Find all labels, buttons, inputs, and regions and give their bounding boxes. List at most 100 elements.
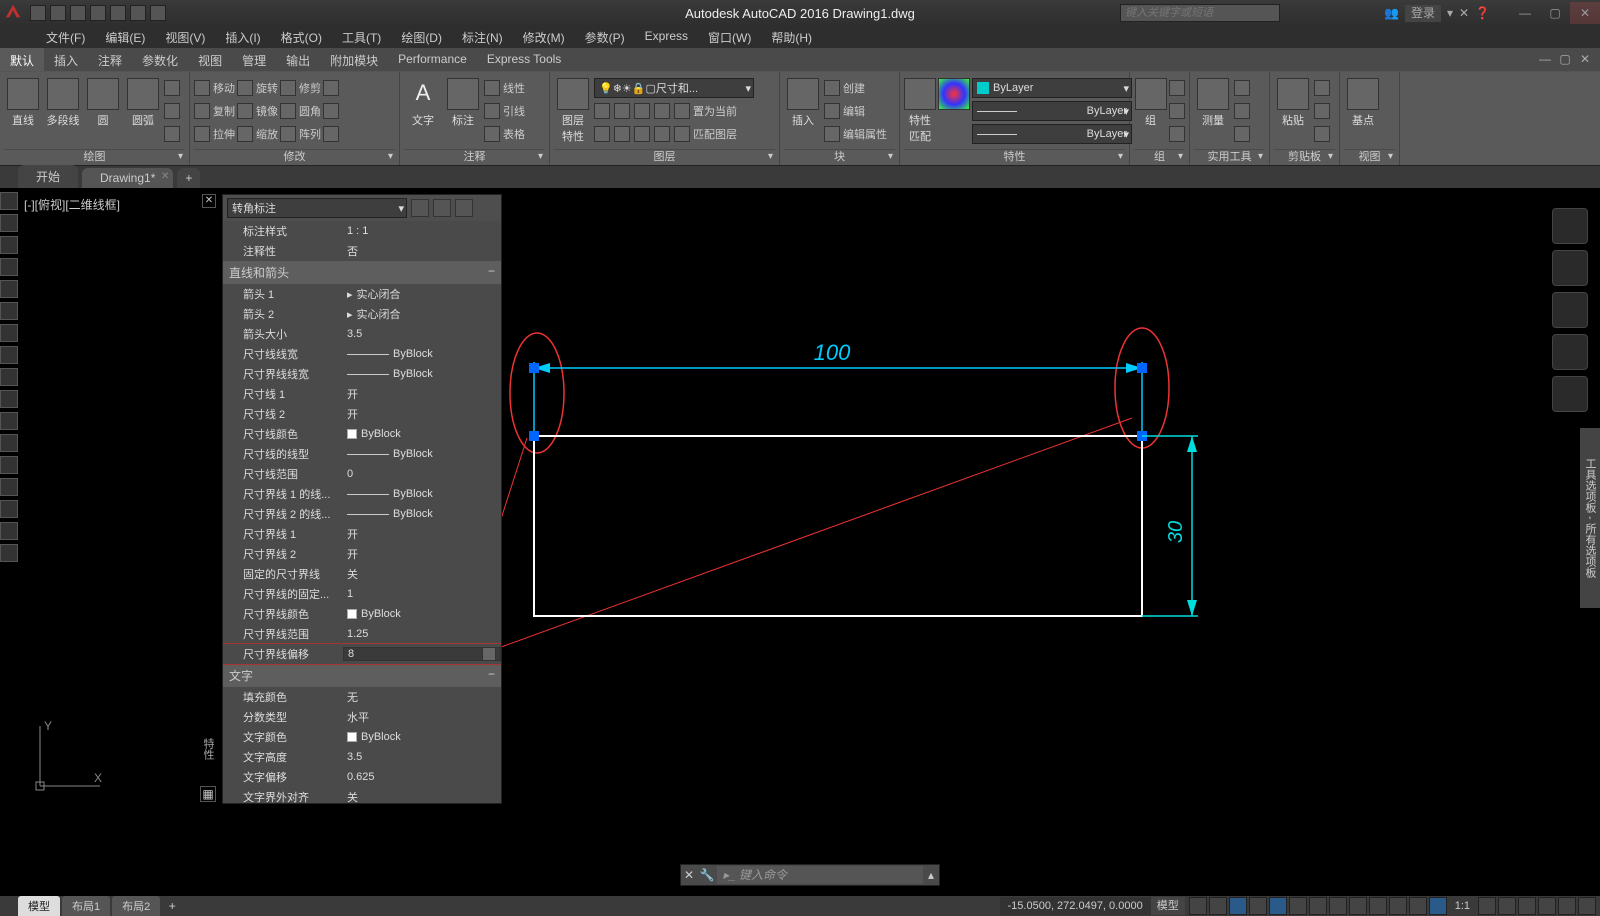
cmdline-history[interactable]: ▴ — [923, 868, 939, 882]
prop-row[interactable]: 尺寸线颜色ByBlock — [223, 424, 501, 444]
lt-ellipse-icon[interactable] — [0, 390, 18, 408]
layer-b2[interactable] — [614, 101, 630, 121]
menu-dimension[interactable]: 标注(N) — [452, 26, 513, 48]
layout-2[interactable]: 布局2 — [112, 896, 160, 916]
login-button[interactable]: 登录 — [1405, 5, 1441, 22]
linear-button[interactable]: 线性 — [484, 78, 525, 98]
prop-row[interactable]: 尺寸界线的固定...1 — [223, 584, 501, 604]
steering-wheel-icon[interactable] — [1552, 250, 1588, 286]
qat-open-icon[interactable] — [50, 5, 66, 21]
match-layer-button[interactable]: 匹配图层 — [674, 124, 737, 144]
cmdline-close[interactable]: ✕ — [681, 868, 697, 882]
array-button[interactable]: 阵列 — [280, 124, 321, 144]
table-button[interactable]: 表格 — [484, 124, 525, 144]
polyline-button[interactable]: 多段线 — [44, 74, 82, 128]
prop-row[interactable]: 尺寸界线偏移8 — [223, 644, 501, 664]
menu-view[interactable]: 视图(V) — [155, 26, 215, 48]
lt-ellipsearc-icon[interactable] — [0, 412, 18, 430]
make-current-button[interactable]: 置为当前 — [674, 101, 737, 121]
add-layout-button[interactable]: + — [164, 899, 180, 913]
dim-button[interactable]: 标注 — [444, 74, 482, 128]
qat-redo-icon[interactable] — [150, 5, 166, 21]
menu-modify[interactable]: 修改(M) — [513, 26, 575, 48]
arc-button[interactable]: 圆弧 — [124, 74, 162, 128]
qat-new-icon[interactable] — [30, 5, 46, 21]
lt-line-icon[interactable] — [0, 192, 18, 210]
draw-extra2[interactable] — [164, 101, 180, 121]
prop-section[interactable]: 文字− — [223, 664, 501, 687]
move-button[interactable]: 移动 — [194, 78, 235, 98]
props-handle-btn[interactable]: ▦ — [200, 786, 216, 802]
tab-annotate[interactable]: 注释 — [88, 48, 132, 71]
lt-block-icon[interactable] — [0, 456, 18, 474]
qat-save-icon[interactable] — [70, 5, 86, 21]
prop-row[interactable]: 箭头大小3.5 — [223, 324, 501, 344]
tab-manage[interactable]: 管理 — [232, 48, 276, 71]
ribbon-min-doc[interactable]: — — [1536, 48, 1554, 71]
edit-block-button[interactable]: 编辑 — [824, 101, 887, 121]
tab-output[interactable]: 输出 — [276, 48, 320, 71]
lt-polygon-icon[interactable] — [0, 258, 18, 276]
menu-parametric[interactable]: 参数(P) — [575, 26, 635, 48]
prop-row[interactable]: 尺寸线 2开 — [223, 404, 501, 424]
lt-region-icon[interactable] — [0, 522, 18, 540]
paste-button[interactable]: 粘贴 — [1274, 74, 1312, 128]
prop-row[interactable]: 尺寸界线 1 的线...ByBlock — [223, 484, 501, 504]
prop-row[interactable]: 尺寸界线范围1.25 — [223, 624, 501, 644]
group-button[interactable]: 组 — [1134, 74, 1167, 128]
new-tab-button[interactable]: + — [177, 168, 200, 188]
layer-b8[interactable] — [654, 124, 670, 144]
edit-attr-button[interactable]: 编辑属性 — [824, 124, 887, 144]
tab-addins[interactable]: 附加模块 — [320, 48, 388, 71]
signin-icon[interactable]: 👥 — [1384, 6, 1399, 20]
prop-row[interactable]: 尺寸线范围0 — [223, 464, 501, 484]
tool-palette-strip[interactable]: 工具选项板 - 所有选项板 — [1580, 428, 1600, 608]
tab-express-tools[interactable]: Express Tools — [477, 48, 571, 71]
measure-button[interactable]: 测量 — [1194, 74, 1232, 128]
draw-extra1[interactable] — [164, 78, 180, 98]
layer-b3[interactable] — [634, 101, 650, 121]
layer-b5[interactable] — [594, 124, 610, 144]
mod-ex2[interactable] — [323, 101, 339, 121]
exchange-icon[interactable]: ✕ — [1459, 6, 1469, 20]
tab-view[interactable]: 视图 — [188, 48, 232, 71]
prop-row[interactable]: 尺寸界线 1开 — [223, 524, 501, 544]
layer-b1[interactable] — [594, 101, 610, 121]
minimize-button[interactable]: — — [1510, 2, 1540, 24]
object-type-combo[interactable]: 转角标注▾ — [227, 198, 407, 218]
prop-row[interactable]: 尺寸界线颜色ByBlock — [223, 604, 501, 624]
prop-row[interactable]: 尺寸线 1开 — [223, 384, 501, 404]
viewport-label[interactable]: [-][俯视][二维线框] — [24, 196, 120, 213]
navcube-icon[interactable] — [1552, 208, 1588, 244]
lt-point-icon[interactable] — [0, 478, 18, 496]
help-icon[interactable]: ❓ — [1475, 6, 1490, 20]
command-line[interactable]: ✕ 🔧 ▸_ 键入命令 ▴ — [680, 864, 940, 886]
prop-row[interactable]: 文字颜色ByBlock — [223, 727, 501, 747]
prop-row[interactable]: 箭头 1▸实心闭合 — [223, 284, 501, 304]
qat-plot-icon[interactable] — [110, 5, 126, 21]
lt-hatch-icon[interactable] — [0, 500, 18, 518]
ribbon-close-doc[interactable]: ✕ — [1576, 48, 1594, 71]
leader-button[interactable]: 引线 — [484, 101, 525, 121]
rotate-button[interactable]: 旋转 — [237, 78, 278, 98]
mirror-button[interactable]: 镜像 — [237, 101, 278, 121]
lt-pline-icon[interactable] — [0, 236, 18, 254]
match-props-button[interactable]: 特性 匹配 — [904, 74, 936, 144]
lt-xline-icon[interactable] — [0, 214, 18, 232]
props-palette-button[interactable] — [938, 74, 970, 110]
color-combo[interactable]: ByLayer▾ — [972, 78, 1132, 98]
pan-icon[interactable] — [1552, 292, 1588, 328]
prop-row[interactable]: 文字偏移0.625 — [223, 767, 501, 787]
close-button[interactable]: ✕ — [1570, 2, 1600, 24]
insert-block-button[interactable]: 插入 — [784, 74, 822, 128]
menu-express[interactable]: Express — [635, 26, 698, 48]
search-input[interactable] — [1120, 4, 1280, 22]
mod-ex1[interactable] — [323, 78, 339, 98]
menu-insert[interactable]: 插入(I) — [215, 26, 270, 48]
drawing-canvas[interactable]: 100 30 — [502, 188, 1550, 896]
prop-row[interactable]: 尺寸线的线型ByBlock — [223, 444, 501, 464]
prop-row[interactable]: 箭头 2▸实心闭合 — [223, 304, 501, 324]
layer-combo[interactable]: 💡❄☀🔒▢ 尺寸和...▾ — [594, 78, 754, 98]
prop-row[interactable]: 标注样式1 : 1 — [223, 221, 501, 241]
props-btn3[interactable] — [455, 199, 473, 217]
